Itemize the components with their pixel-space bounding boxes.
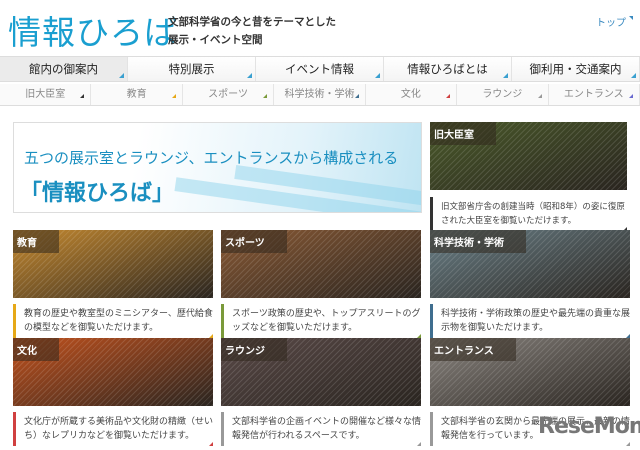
nav-tab[interactable]: イベント情報	[256, 57, 384, 81]
exhibit-card[interactable]: 教育教育の歴史や教室型のミニシアター、歴代給食の模型などを御覧いただけます。	[13, 230, 213, 338]
subnav-label: 科学技術・学術	[284, 89, 355, 100]
exhibit-description: 科学技術・学術政策の歴史や最先端の貴重な展示物を御覧いただけます。	[430, 304, 630, 338]
subnav-label: 旧大臣室	[25, 89, 66, 100]
description-text: 文化庁が所蔵する美術品や文化財の精緻（せいち）なレプリカなどを御覧いただけます。	[24, 417, 214, 441]
exhibit-label: ラウンジ	[221, 338, 287, 361]
exhibit-photo: 教育	[13, 230, 213, 298]
exhibit-label: 文化	[13, 338, 59, 361]
nav-tab-label: 特別展示	[168, 62, 215, 76]
nav-tab[interactable]: 館内の御案内	[0, 57, 128, 81]
corner-triangle-icon	[503, 73, 508, 78]
subnav-label: エントランス	[563, 89, 624, 100]
exhibit-photo: スポーツ	[221, 230, 421, 298]
exhibit-label: 科学技術・学術	[430, 230, 526, 253]
exhibit-card[interactable]: 旧大臣室旧文部省庁舎の創建当時（昭和8年）の姿に復原された大臣室を御覧いただけま…	[430, 122, 627, 231]
subnav-item[interactable]: 教育	[91, 84, 183, 105]
exhibit-photo: 文化	[13, 338, 213, 406]
subnav-item[interactable]: ラウンジ	[457, 84, 549, 105]
corner-triangle-icon	[628, 94, 633, 98]
corner-triangle-icon	[80, 94, 85, 98]
resemom-watermark: ReseMom	[538, 414, 640, 439]
tagline: 文部科学省の今と昔をテーマとした 展示・イベント空間	[168, 13, 336, 49]
sub-nav: 旧大臣室 教育 スポーツ 科学技術・学術 文化 ラウンジ エントランス	[0, 84, 640, 106]
description-text: 文部科学省の企画イベントの開催など様々な情報発信が行われるスペースです。	[232, 417, 422, 441]
corner-triangle-icon	[631, 73, 636, 78]
corner-triangle-icon	[209, 442, 213, 446]
nav-tab-label: 御利用・交通案内	[529, 62, 622, 76]
exhibit-description: 文部科学省の企画イベントの開催など様々な情報発信が行われるスペースです。	[221, 412, 421, 446]
subnav-label: 文化	[400, 89, 421, 100]
top-link[interactable]: トップ	[596, 14, 633, 29]
corner-triangle-icon	[417, 442, 421, 446]
corner-triangle-icon	[171, 94, 176, 98]
corner-triangle-icon	[626, 442, 630, 446]
exhibit-photo: 科学技術・学術	[430, 230, 630, 298]
exhibit-card[interactable]: スポーツスポーツ政策の歴史や、トップアスリートのグッズなどを御覧いただけます。	[221, 230, 421, 338]
exhibit-card[interactable]: ラウンジ文部科学省の企画イベントの開催など様々な情報発信が行われるスペースです。	[221, 338, 421, 446]
exhibit-label: エントランス	[430, 338, 516, 361]
corner-triangle-icon	[247, 73, 252, 78]
hero-subtitle: 五つの展示室とラウンジ、エントランスから構成される	[24, 149, 399, 167]
subnav-label: 教育	[126, 89, 147, 100]
nav-tab-label: 館内の御案内	[29, 62, 98, 76]
subnav-item[interactable]: スポーツ	[183, 84, 275, 105]
hero-title: 「情報ひろば」	[20, 181, 175, 206]
exhibit-description: スポーツ政策の歴史や、トップアスリートのグッズなどを御覧いただけます。	[221, 304, 421, 338]
exhibit-description: 旧文部省庁舎の創建当時（昭和8年）の姿に復原された大臣室を御覧いただけます。	[430, 197, 627, 231]
main-nav: 館内の御案内 特別展示 イベント情報 情報ひろばとは 御利用・交通案内	[0, 56, 640, 82]
tagline-line2: 展示・イベント空間	[168, 34, 263, 46]
exhibit-photo: エントランス	[430, 338, 630, 406]
corner-triangle-icon	[263, 94, 268, 98]
corner-triangle-icon	[119, 73, 124, 78]
corner-triangle-icon	[446, 94, 451, 98]
exhibit-description: 文化庁が所蔵する美術品や文化財の精緻（せいち）なレプリカなどを御覧いただけます。	[13, 412, 213, 446]
nav-tab-label: イベント情報	[285, 62, 354, 76]
subnav-item[interactable]: 科学技術・学術	[274, 84, 366, 105]
hero-banner[interactable]: 五つの展示室とラウンジ、エントランスから構成される 「情報ひろば」	[13, 122, 422, 213]
corner-triangle-icon	[375, 73, 380, 78]
description-text: 旧文部省庁舎の創建当時（昭和8年）の姿に復原された大臣室を御覧いただけます。	[441, 202, 625, 226]
exhibit-label: 教育	[13, 230, 59, 253]
nav-tab[interactable]: 特別展示	[128, 57, 256, 81]
subnav-label: スポーツ	[208, 89, 248, 100]
subnav-label: ラウンジ	[482, 89, 523, 100]
corner-triangle-icon	[537, 94, 542, 98]
exhibit-photo: 旧大臣室	[430, 122, 627, 190]
exhibit-label: 旧大臣室	[430, 122, 496, 145]
tagline-line1: 文部科学省の今と昔をテーマとした	[168, 16, 336, 28]
corner-triangle-icon	[354, 94, 359, 98]
subnav-item[interactable]: エントランス	[549, 84, 640, 105]
site-logo[interactable]: 情報ひろば	[8, 6, 178, 54]
exhibit-photo: ラウンジ	[221, 338, 421, 406]
nav-tab-label: 情報ひろばとは	[407, 62, 488, 76]
exhibit-description: 教育の歴史や教室型のミニシアター、歴代給食の模型などを御覧いただけます。	[13, 304, 213, 338]
exhibit-label: スポーツ	[221, 230, 287, 253]
description-text: 教育の歴史や教室型のミニシアター、歴代給食の模型などを御覧いただけます。	[24, 309, 213, 333]
exhibit-card[interactable]: 文化文化庁が所蔵する美術品や文化財の精緻（せいち）なレプリカなどを御覧いただけま…	[13, 338, 213, 446]
description-text: 科学技術・学術政策の歴史や最先端の貴重な展示物を御覧いただけます。	[441, 309, 631, 333]
exhibit-card[interactable]: 科学技術・学術科学技術・学術政策の歴史や最先端の貴重な展示物を御覧いただけます。	[430, 230, 630, 338]
description-text: スポーツ政策の歴史や、トップアスリートのグッズなどを御覧いただけます。	[232, 309, 421, 333]
subnav-item[interactable]: 旧大臣室	[0, 84, 92, 105]
subnav-item[interactable]: 文化	[366, 84, 458, 105]
nav-tab[interactable]: 情報ひろばとは	[384, 57, 512, 81]
nav-tab[interactable]: 御利用・交通案内	[512, 57, 640, 81]
